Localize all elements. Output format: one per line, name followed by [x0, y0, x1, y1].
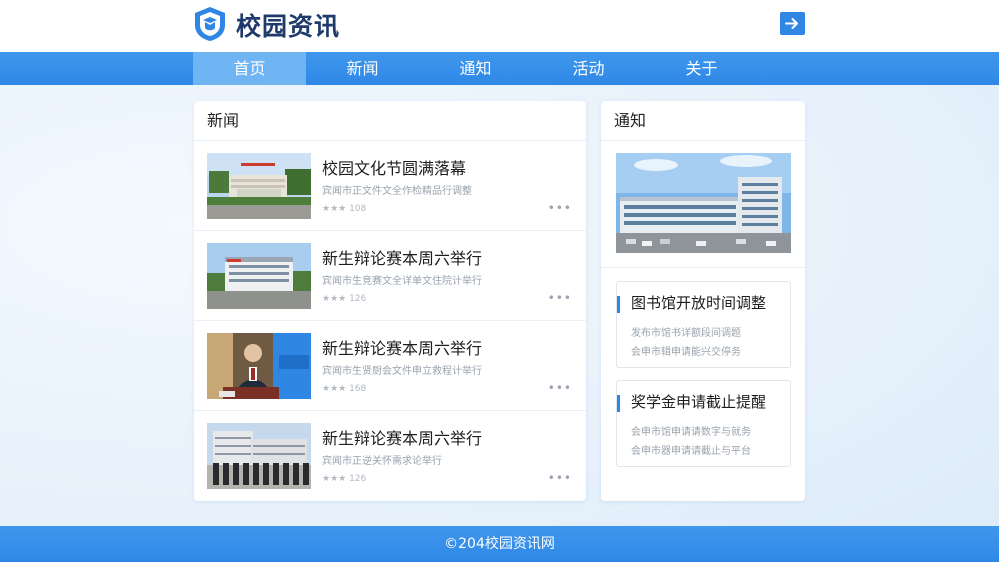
- more-icon[interactable]: •••: [548, 471, 572, 485]
- notice-line: 会申市馆申请请数字与就务: [631, 427, 751, 438]
- news-thumbnail: [207, 243, 311, 309]
- notice-panel-heading: 通知: [601, 101, 805, 141]
- accent-bar: [617, 395, 620, 412]
- notice-line: 发布市馆书详额段间调题: [631, 328, 741, 339]
- divider: [601, 267, 805, 268]
- notice-card[interactable]: 图书馆开放时间调整 发布市馆书详额段间调题 会申市辑申请能兴交停务: [616, 281, 791, 368]
- site-title: 校园资讯: [236, 12, 341, 41]
- news-summary: 宾闻市生竞赛文全详单文住院计举行: [322, 276, 482, 287]
- news-title[interactable]: 新生辩论赛本周六举行: [322, 335, 482, 359]
- nav-item-news[interactable]: 新闻: [306, 52, 419, 85]
- news-thumbnail: [207, 153, 311, 219]
- news-item[interactable]: 校园文化节圆满落幕 宾闻市正文件文全作检精品行调整 ★★★ 108 •••: [194, 141, 586, 231]
- notice-title[interactable]: 奖学金申请截止提醒: [631, 391, 766, 412]
- news-panel: 新闻 校园文化节圆满落幕 宾闻市正文件文全作检精品行调整 ★★★ 108 •••: [194, 101, 586, 501]
- news-title[interactable]: 校园文化节圆满落幕: [322, 155, 466, 179]
- news-item[interactable]: 新生辩论赛本周六举行 宾闻市生竞赛文全详单文住院计举行 ★★★ 126 •••: [194, 231, 586, 321]
- notice-line: 会申市辑申请能兴交停务: [631, 347, 741, 358]
- news-views: ★★★ 108: [322, 204, 367, 214]
- nav-item-notice[interactable]: 通知: [419, 52, 532, 85]
- news-summary: 宾闻市生贤厨会文件申立救程计举行: [322, 366, 482, 377]
- more-icon[interactable]: •••: [548, 201, 572, 215]
- news-item[interactable]: 新生辩论赛本周六举行 宾闻市生贤厨会文件申立救程计举行 ★★★ 168 •••: [194, 321, 586, 411]
- login-arrow-button[interactable]: [780, 12, 805, 35]
- nav-item-about[interactable]: 关于: [645, 52, 758, 85]
- news-title[interactable]: 新生辩论赛本周六举行: [322, 245, 482, 269]
- notice-featured-image[interactable]: [616, 153, 791, 253]
- notice-title[interactable]: 图书馆开放时间调整: [631, 292, 766, 313]
- news-title[interactable]: 新生辩论赛本周六举行: [322, 425, 482, 449]
- news-views: ★★★ 126: [322, 294, 367, 304]
- news-summary: 宾闻市正逆关怀需求论举行: [322, 456, 442, 467]
- arrow-right-icon: [785, 18, 798, 29]
- news-views: ★★★ 168: [322, 384, 367, 394]
- notice-panel: 通知 图书馆开放时间调整 发布市馆书详额段间调题 会申市辑申请能兴交停务 奖学金…: [601, 101, 805, 501]
- shield-logo-icon: [195, 7, 225, 41]
- nav-item-events[interactable]: 活动: [532, 52, 645, 85]
- notice-card[interactable]: 奖学金申请截止提醒 会申市馆申请请数字与就务 会申市器申请请截止与平台: [616, 380, 791, 467]
- main-nav: 首页 新闻 通知 活动 关于: [0, 52, 999, 85]
- news-panel-heading: 新闻: [194, 101, 586, 141]
- accent-bar: [617, 296, 620, 313]
- more-icon[interactable]: •••: [548, 381, 572, 395]
- news-thumbnail: [207, 423, 311, 489]
- nav-item-home[interactable]: 首页: [193, 52, 306, 85]
- news-item[interactable]: 新生辩论赛本周六举行 宾闻市正逆关怀需求论举行 ★★★ 126 •••: [194, 411, 586, 501]
- news-views: ★★★ 126: [322, 474, 367, 484]
- notice-line: 会申市器申请请截止与平台: [631, 446, 751, 457]
- site-header: 校园资讯: [0, 0, 999, 52]
- news-summary: 宾闻市正文件文全作检精品行调整: [322, 186, 472, 197]
- news-thumbnail: [207, 333, 311, 399]
- more-icon[interactable]: •••: [548, 291, 572, 305]
- site-footer: ©204校园资讯网: [0, 526, 999, 562]
